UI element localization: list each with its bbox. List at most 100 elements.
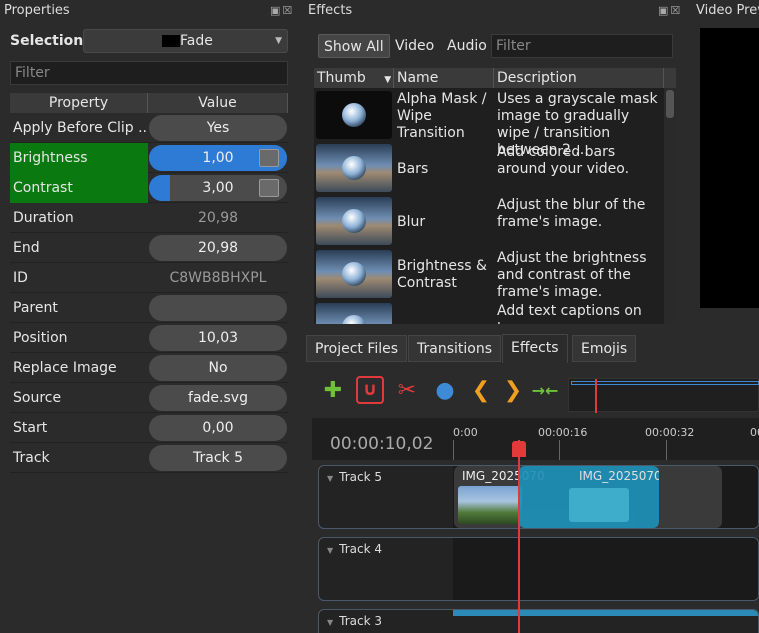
properties-dock-buttons[interactable]: ▣☒ — [270, 4, 294, 17]
effect-name: Brightness & Contrast — [397, 258, 487, 291]
add-icon[interactable]: ✚ — [318, 376, 348, 406]
overview-playhead — [595, 379, 597, 413]
properties-table: Property Value Apply Before Clip ... Yes B… — [10, 93, 288, 473]
effect-thumb — [314, 300, 394, 324]
playhead-handle[interactable] — [512, 441, 526, 457]
property-row: Contrast 3,00 — [10, 172, 288, 203]
property-row: Position 10,03 — [10, 323, 288, 353]
effect-description: Adjust the brightness and contrast of th… — [497, 250, 647, 300]
video-preview-canvas[interactable] — [700, 28, 759, 308]
playhead-line[interactable] — [518, 440, 520, 633]
razor-icon[interactable]: ✂ — [392, 376, 422, 406]
effect-thumbnail-image — [316, 144, 392, 192]
property-name: Track — [13, 449, 50, 466]
prev-marker-icon[interactable]: ❮ — [466, 376, 496, 406]
effect-row[interactable]: Brightness & Contrast Adjust the brightne… — [314, 247, 676, 300]
track-lane[interactable] — [453, 610, 758, 616]
video-preview-panel: Video Previ — [690, 0, 759, 310]
property-row: Parent — [10, 293, 288, 323]
property-value[interactable]: Track 5 — [149, 444, 287, 471]
col-name[interactable]: Name — [394, 68, 494, 88]
effect-thumb — [314, 194, 394, 247]
timeline-overview[interactable] — [568, 378, 759, 413]
track-3[interactable]: Track 3 — [318, 609, 759, 633]
tick-label: 0:00 — [453, 426, 478, 439]
col-thumb[interactable]: Thumb ▼ — [314, 68, 394, 88]
property-name: Position — [13, 329, 68, 346]
property-value-text: fade.svg — [188, 389, 248, 406]
property-value[interactable] — [149, 294, 287, 321]
track-4[interactable]: Track 4 — [318, 537, 759, 601]
properties-table-header: Property Value — [10, 93, 288, 113]
property-value[interactable]: 10,03 — [149, 324, 287, 351]
tab-transitions[interactable]: Transitions — [408, 335, 501, 362]
timecode-display: 00:00:10,02 — [330, 434, 434, 454]
effect-name — [394, 300, 494, 324]
property-value[interactable]: Yes — [149, 114, 287, 141]
property-value-cell: 20,98 — [148, 203, 288, 233]
property-value[interactable]: 20,98 — [149, 234, 287, 261]
marker-icon[interactable]: ● — [430, 376, 460, 406]
effects-filter-input[interactable]: Filter — [491, 34, 673, 58]
property-name: Source — [13, 389, 62, 406]
tab-project-files[interactable]: Project Files — [306, 335, 408, 362]
effect-thumb — [314, 141, 394, 194]
selection-label: Selection: — [10, 33, 89, 49]
property-value[interactable]: 3,00 — [149, 174, 287, 201]
selection-color-swatch — [162, 35, 180, 47]
effect-description: Adjust the blur of the frame's image. — [497, 197, 646, 230]
tab-emojis[interactable]: Emojis — [572, 335, 637, 362]
selection-dropdown[interactable]: Fade ▼ — [83, 29, 288, 53]
property-value-text: 20,98 — [197, 209, 239, 226]
property-value-text: 1,00 — [202, 149, 234, 166]
keyframe-curve-icon[interactable] — [259, 148, 279, 167]
property-value-text: 3,00 — [202, 179, 234, 196]
property-value[interactable]: fade.svg — [149, 384, 287, 411]
property-name: Apply Before Clip ... — [13, 119, 148, 136]
property-value-text: 20,98 — [197, 239, 239, 256]
tab-video[interactable]: Video — [390, 34, 439, 58]
snap-icon[interactable]: ∪ — [356, 376, 384, 404]
track-5[interactable]: Track 5 IMG_2025070 IMG_20250704_101111.… — [318, 465, 759, 529]
tab-audio[interactable]: Audio — [442, 34, 492, 58]
col-value[interactable]: Value — [148, 93, 288, 113]
property-value[interactable]: 0,00 — [149, 414, 287, 441]
property-value-cell: 1,00 — [148, 143, 288, 173]
effects-title: Effects — [308, 0, 353, 22]
effects-dock-buttons[interactable]: ▣☒ — [658, 4, 682, 17]
effect-name: Alpha Mask / Wipe Transition — [397, 90, 487, 141]
effect-row[interactable]: Blur Adjust the blur of the frame's image… — [314, 194, 676, 247]
keyframe-curve-icon[interactable] — [259, 178, 279, 197]
col-property[interactable]: Property — [10, 93, 148, 113]
track-lane[interactable] — [453, 538, 758, 600]
effects-scrollbar[interactable] — [664, 88, 676, 324]
property-value[interactable]: 1,00 — [149, 144, 287, 171]
center-playhead-icon[interactable]: →← — [530, 376, 560, 406]
effect-row[interactable]: Alpha Mask / Wipe Transition Uses a grays… — [314, 88, 676, 158]
effect-description: Add text captions on top — [497, 303, 642, 324]
tab-show-all[interactable]: Show All — [318, 34, 390, 58]
clip-transition[interactable]: IMG_20250704_101111... — [519, 466, 659, 528]
tab-effects[interactable]: Effects — [502, 334, 568, 363]
properties-filter-input[interactable]: Filter — [10, 61, 288, 85]
timeline-panel: ✚ ∪ ✂ ● ❮ ❯ →← 00:00:10,02 0:00 00:00:16… — [312, 368, 759, 633]
property-value-cell: 10,03 — [148, 323, 288, 353]
col-description[interactable]: Description — [494, 68, 664, 88]
effect-row[interactable]: Bars Add colored bars around your video. — [314, 141, 676, 194]
effect-description: Uses a grayscale mask image to gradually… — [497, 91, 658, 158]
slider-fill — [149, 174, 170, 201]
property-value-text: 10,03 — [197, 329, 239, 346]
timeline-ruler[interactable]: 00:00:10,02 0:00 00:00:16 00:00:32 00 — [312, 418, 759, 460]
effects-panel: Effects ▣☒ Show All Video Audio Filter T… — [304, 0, 686, 330]
property-value[interactable]: No — [149, 354, 287, 381]
clip-thumbnail — [458, 486, 522, 524]
property-value-cell: fade.svg — [148, 383, 288, 413]
scroll-thumb[interactable] — [666, 90, 674, 118]
property-value-cell: 3,00 — [148, 173, 288, 203]
next-marker-icon[interactable]: ❯ — [498, 376, 528, 406]
track-name: Track 4 — [327, 542, 382, 556]
properties-panel: Properties ▣☒ Selection: Fade ▼ Filter P… — [0, 0, 300, 633]
effect-row[interactable]: Add text captions on top — [314, 300, 676, 324]
transition-thumbnail — [569, 488, 629, 522]
tick-mark — [559, 440, 560, 460]
